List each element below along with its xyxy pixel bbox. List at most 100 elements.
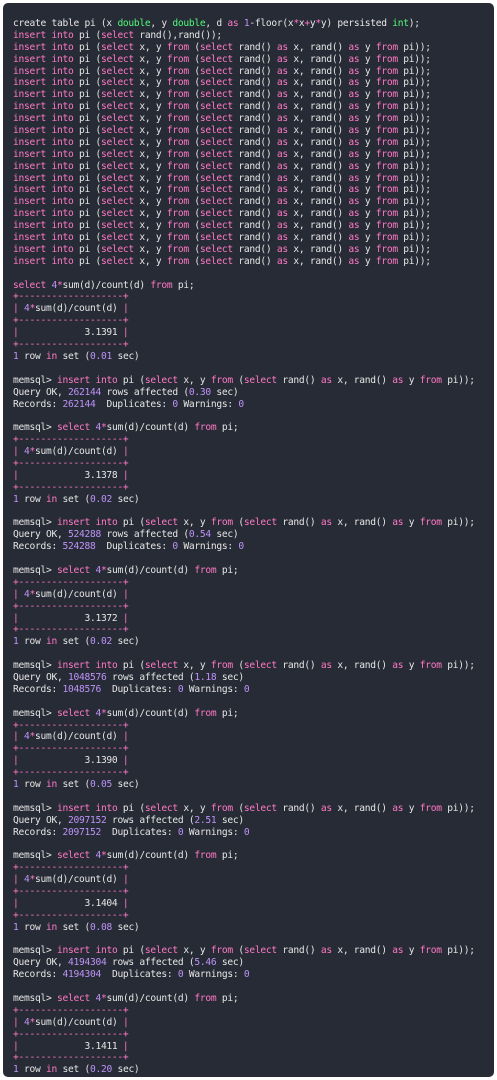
terminal-token: insert: [13, 29, 46, 41]
terminal-window[interactable]: create table pi (x double, y double, d a…: [3, 3, 494, 1077]
terminal-token: Warnings:: [183, 683, 244, 695]
terminal-token: (: [188, 53, 200, 65]
terminal-token: from: [194, 422, 217, 434]
terminal-token: sec): [210, 386, 239, 398]
terminal-token: rand(): [232, 89, 277, 101]
terminal-token: (: [188, 77, 200, 89]
terminal-token: select: [144, 802, 178, 814]
terminal-token: row: [18, 350, 46, 362]
terminal-token: set (: [56, 921, 90, 933]
terminal-line: insert into pi (select x, y from (select…: [13, 161, 492, 173]
terminal-token: from: [166, 101, 189, 113]
terminal-token: x, rand(): [287, 243, 349, 255]
terminal-token: select: [199, 255, 233, 267]
terminal-token: from: [166, 53, 189, 65]
terminal-token: insert: [13, 196, 46, 208]
terminal-line: Query OK, 4194304 rows affected (5.46 se…: [13, 957, 492, 969]
terminal-token: pi (: [73, 29, 101, 41]
terminal-token: select: [199, 172, 233, 184]
terminal-token: +-------------------+: [13, 434, 129, 446]
terminal-token: select: [100, 232, 134, 244]
terminal-line: | 3.1411 |: [13, 1041, 492, 1053]
terminal-line: +-------------------+: [13, 434, 492, 446]
terminal-line: insert into pi (select rand(),rand());: [13, 30, 492, 42]
terminal-token: rand(): [232, 172, 277, 184]
terminal-token: in: [45, 779, 57, 790]
terminal-token: sum(d)/count(d): [35, 874, 118, 886]
terminal-token: (: [188, 113, 200, 125]
terminal-token: as: [227, 18, 239, 29]
terminal-token: x, rand(): [287, 101, 349, 113]
terminal-line: +-------------------+: [13, 1029, 492, 1041]
terminal-token: pi (: [117, 945, 145, 957]
terminal-token: select: [144, 945, 178, 957]
terminal-token: y: [359, 172, 376, 184]
terminal-token: pi (: [117, 802, 145, 814]
terminal-line: | 3.1372 |: [13, 613, 492, 625]
terminal-token: pi;: [216, 422, 239, 434]
terminal-token: Records:: [13, 541, 63, 553]
terminal-token: pi (: [73, 89, 101, 101]
terminal-token: as: [276, 125, 288, 137]
terminal-token: select: [199, 65, 233, 77]
terminal-token: from: [166, 41, 189, 53]
terminal-token: pi));: [397, 89, 431, 101]
terminal-line: | 3.1378 |: [13, 470, 492, 482]
terminal-token: +-------------------+: [13, 1052, 129, 1064]
terminal-token: insert: [13, 125, 46, 137]
terminal-line: 1 row in set (0.01 sec): [13, 351, 492, 363]
terminal-line: +-------------------+: [13, 1005, 492, 1017]
terminal-token: y: [359, 89, 376, 101]
terminal-token: y: [359, 196, 376, 208]
terminal-token: from: [166, 243, 189, 255]
terminal-token: pi (: [73, 232, 101, 244]
terminal-token: x, y: [133, 41, 167, 53]
terminal-token: rand(): [232, 255, 277, 267]
terminal-token: from: [166, 113, 189, 125]
terminal-token: into: [51, 160, 74, 172]
terminal-token: +-------------------+: [13, 719, 129, 731]
terminal-token: sum(d)/count(d): [106, 564, 195, 576]
terminal-token: into: [95, 660, 118, 672]
terminal-token: from: [166, 232, 189, 244]
terminal-token: rand(): [232, 41, 277, 53]
terminal-token: as: [276, 184, 288, 196]
terminal-token: sum(d)/count(d): [35, 1016, 118, 1028]
terminal-token: Query OK,: [13, 386, 68, 398]
terminal-token: from: [375, 255, 398, 267]
terminal-token: rand(): [232, 196, 277, 208]
terminal-token: Duplicates:: [100, 826, 178, 838]
terminal-token: (: [188, 172, 200, 184]
terminal-line: memsql> select 4*sum(d)/count(d) from pi…: [13, 850, 492, 862]
terminal-token: insert: [13, 53, 46, 65]
terminal-token: from: [375, 113, 398, 125]
terminal-token: int: [392, 18, 409, 29]
terminal-token: select: [100, 41, 134, 53]
terminal-token: from: [166, 125, 189, 137]
terminal-token: (: [232, 945, 244, 957]
terminal-line: +-------------------+: [13, 339, 492, 351]
terminal-token: rows affected (: [100, 386, 189, 398]
terminal-line: memsql> insert into pi (select x, y from…: [13, 803, 492, 815]
terminal-line: | 4*sum(d)/count(d) |: [13, 589, 492, 601]
terminal-token: pi (: [73, 184, 101, 196]
terminal-token: row: [18, 779, 46, 790]
terminal-token: pi (: [73, 255, 101, 267]
terminal-token: (: [188, 220, 200, 232]
terminal-line: +-------------------+: [13, 482, 492, 494]
terminal-token: from: [375, 53, 398, 65]
terminal-token: insert: [13, 65, 46, 77]
terminal-line: +-------------------+: [13, 910, 492, 922]
terminal-token: 1048576: [62, 683, 101, 695]
terminal-token: from: [419, 945, 442, 957]
terminal-token: as: [320, 945, 332, 957]
terminal-token: as: [348, 101, 360, 113]
terminal-token: memsql>: [13, 422, 57, 434]
terminal-token: row: [18, 1064, 46, 1076]
terminal-token: select: [199, 77, 233, 89]
terminal-token: pi));: [397, 220, 431, 232]
